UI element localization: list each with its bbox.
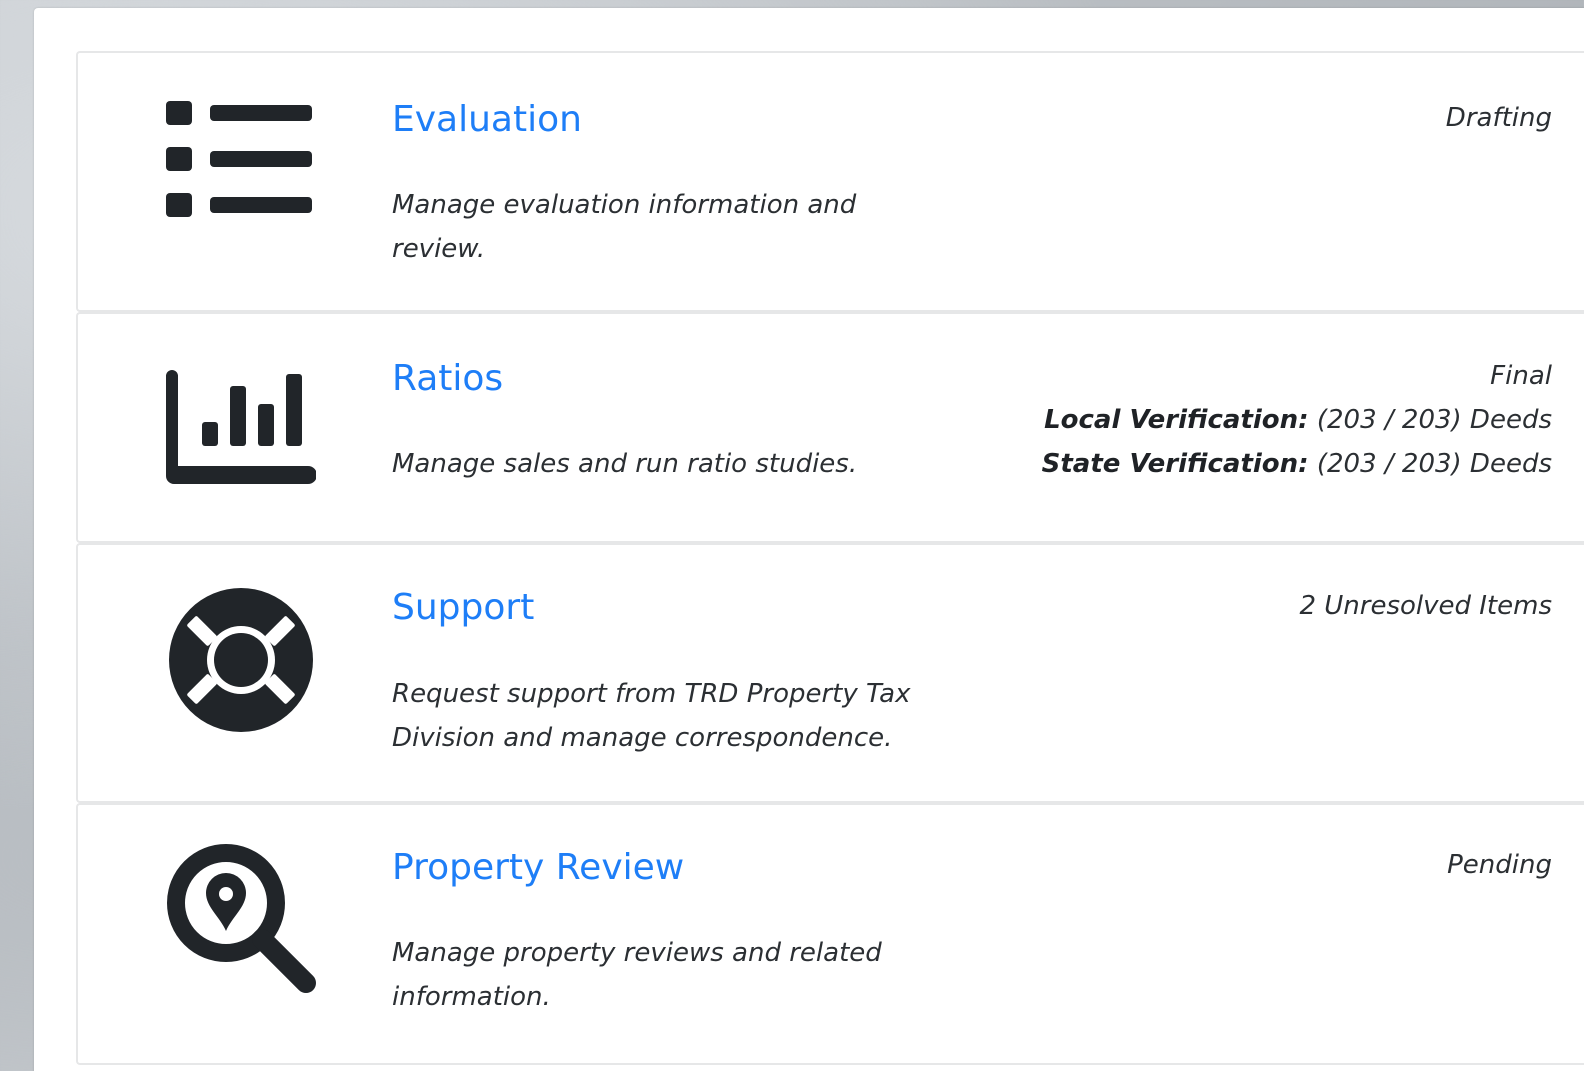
state-verification-value: (203 / 203) Deeds <box>1308 449 1552 479</box>
list-icon <box>166 101 316 251</box>
support-status-text: 2 Unresolved Items <box>1299 591 1552 621</box>
local-verification-value: (203 / 203) Deeds <box>1308 405 1552 435</box>
state-verification-label: State Verification: <box>1041 449 1309 479</box>
property-review-link[interactable]: Property Review <box>392 847 684 888</box>
search-location-icon <box>166 843 316 993</box>
state-verification-line: State Verification: (203 / 203) Deeds <box>1042 442 1552 486</box>
local-verification-label: Local Verification: <box>1044 405 1309 435</box>
life-ring-icon <box>166 585 316 735</box>
property-review-description: Manage property reviews and related info… <box>392 938 882 1012</box>
support-card[interactable]: Support Request support from TRD Propert… <box>76 543 1584 803</box>
evaluation-link[interactable]: Evaluation <box>392 99 582 140</box>
property-review-status-text: Pending <box>1447 850 1552 880</box>
property-review-card[interactable]: Property Review Manage property reviews … <box>76 803 1584 1065</box>
bar-chart-icon <box>166 370 316 520</box>
dashboard-panel: Evaluation Manage evaluation information… <box>34 8 1584 1071</box>
support-description: Request support from TRD Property Tax Di… <box>392 679 911 753</box>
local-verification-line: Local Verification: (203 / 203) Deeds <box>1042 398 1552 442</box>
evaluation-status-text: Drafting <box>1445 103 1552 133</box>
ratios-description: Manage sales and run ratio studies. <box>392 449 858 479</box>
ratios-status-text: Final <box>1490 361 1552 391</box>
ratios-status: Final Local Verification: (203 / 203) De… <box>1042 354 1552 486</box>
support-status: 2 Unresolved Items <box>1299 584 1552 628</box>
evaluation-status: Drafting <box>1446 96 1552 140</box>
evaluation-card[interactable]: Evaluation Manage evaluation information… <box>76 51 1584 312</box>
property-review-status: Pending <box>1447 843 1552 887</box>
support-link[interactable]: Support <box>392 587 534 628</box>
ratios-link[interactable]: Ratios <box>392 358 503 399</box>
evaluation-description: Manage evaluation information and review… <box>392 190 857 264</box>
ratios-card[interactable]: Ratios Manage sales and run ratio studie… <box>76 312 1584 543</box>
